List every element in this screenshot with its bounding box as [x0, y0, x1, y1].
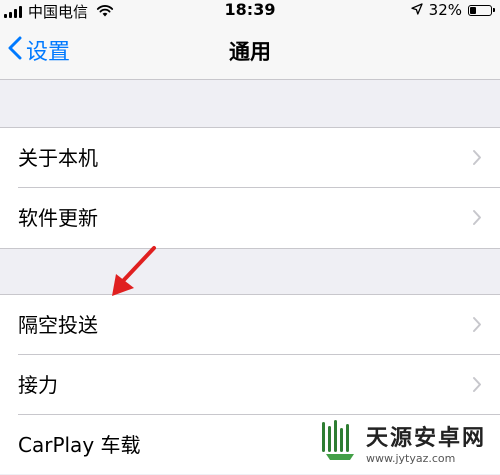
list-item-software-update[interactable]: 软件更新 [0, 188, 500, 248]
watermark-url: www.jytyaz.com [365, 451, 456, 465]
navigation-bar: 设置 通用 [0, 20, 500, 80]
list-item-label: CarPlay 车载 [18, 433, 141, 457]
battery-icon [468, 4, 495, 16]
annotation-arrow [100, 240, 160, 304]
page-title: 通用 [229, 40, 271, 64]
watermark: 天源安卓网 www.jytyaz.com [315, 416, 490, 468]
status-bar-right: 32% [411, 1, 495, 19]
chevron-right-icon [472, 376, 482, 397]
annotation-arrow-line [120, 246, 156, 284]
status-bar: 中国电信 18:39 32% [0, 0, 500, 21]
chevron-right-icon [472, 316, 482, 337]
list-item-about[interactable]: 关于本机 [0, 128, 500, 188]
list-item-airdrop[interactable]: 隔空投送 [0, 295, 500, 355]
watermark-logo-icon [320, 418, 360, 466]
chevron-right-icon [472, 209, 482, 230]
chevron-right-icon [472, 149, 482, 170]
annotation-arrow-head [112, 274, 134, 296]
list-item-label: 关于本机 [18, 146, 98, 170]
battery-percent: 32% [428, 1, 462, 19]
settings-group-1: 关于本机 软件更新 [0, 127, 500, 249]
list-item-label: 软件更新 [18, 206, 98, 230]
list-item-label: 接力 [18, 373, 58, 397]
list-item-handoff[interactable]: 接力 [0, 355, 500, 415]
location-icon [411, 1, 423, 19]
list-item-label: 隔空投送 [18, 313, 98, 337]
battery-level [470, 6, 477, 14]
watermark-name: 天源安卓网 [365, 425, 486, 451]
watermark-text: 天源安卓网 www.jytyaz.com [366, 420, 486, 465]
